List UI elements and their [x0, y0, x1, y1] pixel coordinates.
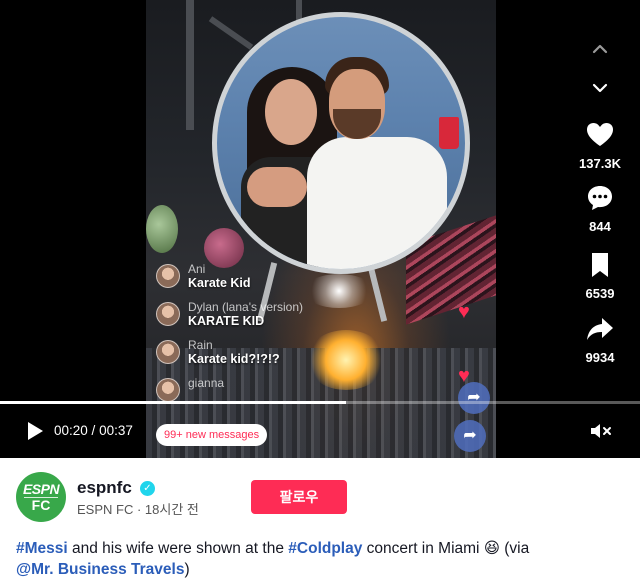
floating-heart-icon: ♥	[458, 301, 470, 323]
chevron-down-icon	[592, 83, 608, 93]
chat-avatar	[156, 302, 180, 326]
chat-username: gianna	[188, 376, 225, 390]
man-beard	[333, 109, 381, 139]
avatar-logo-text: ESPN	[22, 481, 60, 497]
playback-time: 00:20 / 00:37	[54, 423, 133, 439]
chat-message: gianna	[156, 376, 356, 402]
balloon	[146, 205, 178, 253]
chat-username: Ani	[188, 262, 206, 276]
mute-button[interactable]	[589, 421, 613, 441]
post-time: 18시간 전	[144, 502, 199, 517]
chat-text: Karate Kid	[188, 276, 251, 290]
account-subline: ESPN FC · 18시간 전	[77, 502, 199, 518]
next-video-button[interactable]	[588, 78, 612, 98]
woman-face	[265, 79, 317, 145]
save-button[interactable]: 6539	[570, 250, 630, 301]
subline-dot: ·	[133, 502, 145, 517]
verified-icon: ✓	[140, 481, 155, 496]
play-icon	[28, 422, 43, 440]
comment-icon	[588, 186, 612, 210]
mention-link[interactable]: @Mr. Business Travels	[16, 561, 184, 578]
chat-text: KARATE KID	[188, 314, 265, 328]
video-player[interactable]: Ani Karate Kid Dylan (lana's version) KA…	[0, 0, 640, 458]
chat-avatar	[156, 378, 180, 402]
chat-username: Rain	[188, 338, 213, 352]
caption-text: )	[184, 561, 190, 578]
live-chat: Ani Karate Kid Dylan (lana's version) KA…	[156, 262, 356, 402]
share-icon	[587, 318, 613, 340]
screen-image	[217, 17, 465, 269]
share-button[interactable]: 9934	[570, 314, 630, 365]
duration: 00:37	[99, 423, 133, 438]
like-button[interactable]: 137.3K	[570, 120, 630, 171]
bookmark-icon	[592, 253, 608, 277]
chat-message: Ani Karate Kid	[156, 262, 356, 291]
hashtag-link[interactable]: #Coldplay	[288, 540, 362, 557]
new-messages-pill[interactable]: 99+ new messages	[156, 424, 268, 446]
hashtag-link[interactable]: #Messi	[16, 540, 68, 557]
account-username[interactable]: espnfc	[77, 478, 132, 498]
chat-avatar	[156, 264, 180, 288]
share-count: 9934	[585, 350, 615, 365]
progress-bar[interactable]	[0, 401, 640, 404]
chevron-up-icon	[592, 44, 608, 54]
floating-share-icon: ➦	[458, 382, 490, 414]
time-separator: /	[87, 423, 100, 438]
red-cup	[439, 117, 459, 149]
progress-fill	[0, 401, 346, 404]
man-figure	[307, 137, 447, 269]
floating-share-icon: ➦	[454, 420, 486, 452]
mute-icon	[591, 424, 611, 438]
save-count: 6539	[585, 286, 615, 301]
previous-video-button[interactable]	[588, 38, 612, 58]
chat-message: Rain Karate kid?!?!?	[156, 338, 356, 367]
current-time: 00:20	[54, 423, 88, 438]
video-caption: #Messi and his wife were shown at the #C…	[16, 538, 626, 580]
account-display-name: ESPN FC	[77, 502, 134, 517]
avatar-logo-text: FC	[31, 497, 51, 513]
woman-arm	[247, 167, 307, 207]
heart-icon	[587, 123, 613, 146]
chat-message: Dylan (lana's version) KARATE KID	[156, 300, 356, 329]
stage-truss	[186, 0, 194, 130]
play-button[interactable]	[24, 420, 46, 442]
chat-avatar	[156, 340, 180, 364]
account-avatar[interactable]: ESPN FC	[16, 472, 66, 522]
comment-count: 844	[589, 219, 611, 234]
caption-text: and his wife were shown at the	[67, 540, 289, 557]
kiss-cam-screen	[212, 12, 470, 274]
like-count: 137.3K	[579, 156, 621, 171]
follow-button[interactable]: 팔로우	[251, 480, 347, 514]
chat-text: Karate kid?!?!?	[188, 352, 280, 366]
comment-button[interactable]: 844	[570, 183, 630, 234]
chat-username: Dylan (lana's version)	[188, 300, 304, 314]
caption-text: concert in Miami 😆 (via	[362, 540, 530, 557]
